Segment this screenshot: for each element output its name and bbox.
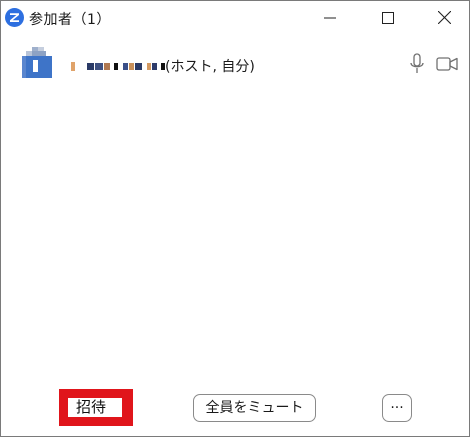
maximize-button[interactable] bbox=[365, 1, 411, 34]
participant-name: (ホスト, 自分) bbox=[71, 56, 255, 76]
window-title: 参加者（1） bbox=[29, 12, 111, 28]
close-icon bbox=[437, 11, 451, 24]
participant-role: (ホスト, 自分) bbox=[165, 59, 255, 75]
close-button[interactable] bbox=[421, 1, 467, 34]
microphone-icon[interactable] bbox=[409, 53, 425, 75]
title-bar[interactable]: 参加者（1） bbox=[1, 1, 469, 34]
participants-window: 参加者（1） (ホスト, 自分) 招待 全員をミュート ··· bbox=[0, 0, 470, 437]
minimize-button[interactable] bbox=[307, 1, 353, 34]
footer-toolbar: 招待 全員をミュート ··· bbox=[1, 385, 469, 437]
zoom-logo-icon bbox=[5, 8, 24, 27]
avatar bbox=[22, 47, 52, 78]
maximize-icon bbox=[382, 11, 394, 24]
minimize-icon bbox=[324, 17, 336, 18]
more-options-button[interactable]: ··· bbox=[382, 394, 412, 422]
participant-row[interactable]: (ホスト, 自分) bbox=[1, 46, 469, 86]
invite-button[interactable]: 招待 bbox=[68, 398, 122, 417]
name-blurred bbox=[71, 59, 165, 73]
mute-all-button[interactable]: 全員をミュート bbox=[193, 394, 316, 422]
invite-highlight: 招待 bbox=[59, 389, 133, 426]
video-camera-icon[interactable] bbox=[436, 56, 458, 72]
